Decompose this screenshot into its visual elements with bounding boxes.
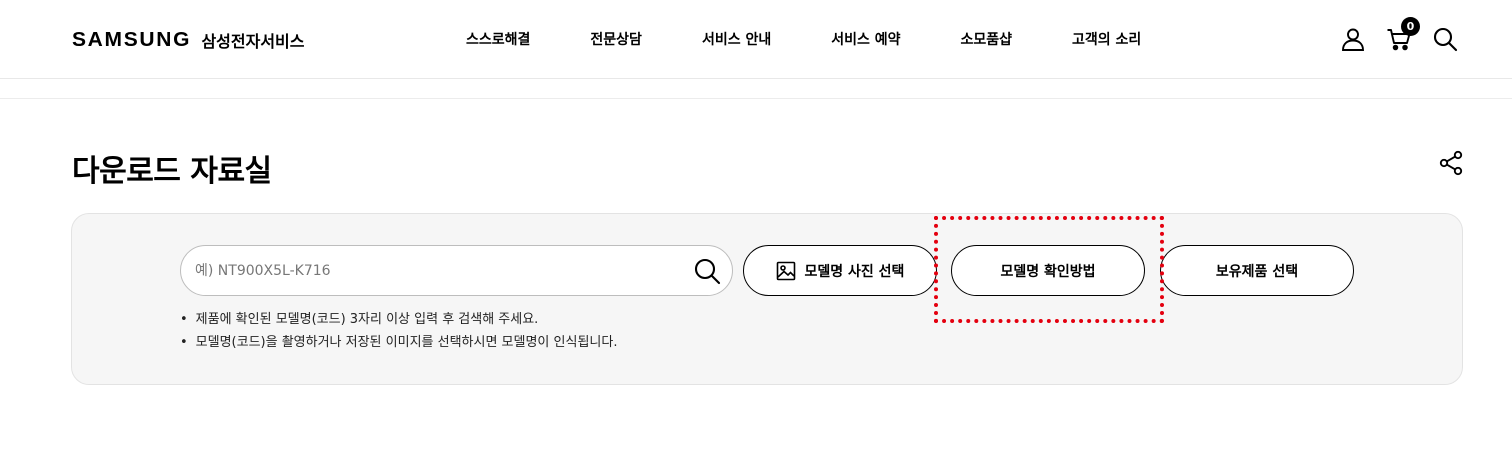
nav-service-guide[interactable]: 서비스 안내 bbox=[702, 29, 771, 49]
model-photo-select-button[interactable]: 모델명 사진 선택 bbox=[743, 245, 937, 296]
search-note: 모델명(코드)을 촬영하거나 저장된 이미지를 선택하시면 모델명이 인식됩니다… bbox=[180, 331, 618, 354]
cart-icon[interactable]: 0 bbox=[1386, 17, 1420, 52]
nav-service-booking[interactable]: 서비스 예약 bbox=[831, 29, 900, 49]
search-icon[interactable] bbox=[1432, 26, 1458, 52]
search-box bbox=[180, 245, 733, 296]
logo-wordmark: SAMSUNG bbox=[72, 28, 192, 51]
site-header: SAMSUNG 삼성전자서비스 스스로해결 전문상담 서비스 안내 서비스 예약… bbox=[0, 0, 1512, 79]
user-icon[interactable] bbox=[1340, 26, 1366, 52]
main-nav: 스스로해결 전문상담 서비스 안내 서비스 예약 소모품샵 고객의 소리 bbox=[466, 29, 1141, 49]
search-submit-button[interactable] bbox=[693, 257, 721, 285]
nav-expert-consult[interactable]: 전문상담 bbox=[590, 29, 642, 49]
owned-product-select-button[interactable]: 보유제품 선택 bbox=[1160, 245, 1354, 296]
share-icon[interactable] bbox=[1438, 150, 1464, 176]
nav-customer-voice[interactable]: 고객의 소리 bbox=[1072, 29, 1141, 49]
search-icon bbox=[694, 258, 721, 285]
header-icons: 0 bbox=[1340, 17, 1458, 52]
model-search-panel: 모델명 사진 선택 모델명 확인방법 보유제품 선택 제품에 확인된 모델명(코… bbox=[71, 213, 1463, 385]
nav-parts-shop[interactable]: 소모품샵 bbox=[961, 29, 1013, 49]
image-icon bbox=[776, 261, 795, 280]
model-howto-label: 모델명 확인방법 bbox=[1000, 263, 1096, 280]
cart-count-badge: 0 bbox=[1401, 17, 1420, 36]
logo-subtitle: 삼성전자서비스 bbox=[201, 32, 305, 51]
samsung-logo[interactable]: SAMSUNG 삼성전자서비스 bbox=[72, 28, 304, 52]
model-search-input[interactable] bbox=[195, 246, 685, 295]
search-note: 제품에 확인된 모델명(코드) 3자리 이상 입력 후 검색해 주세요. bbox=[180, 308, 617, 331]
page-title: 다운로드 자료실 bbox=[72, 154, 272, 189]
subnav-divider bbox=[0, 98, 1512, 99]
model-howto-button[interactable]: 모델명 확인방법 bbox=[951, 245, 1145, 296]
search-notes: 제품에 확인된 모델명(코드) 3자리 이상 입력 후 검색해 주세요. 모델명… bbox=[180, 308, 618, 354]
owned-product-select-label: 보유제품 선택 bbox=[1215, 263, 1299, 280]
nav-self-solve[interactable]: 스스로해결 bbox=[466, 29, 530, 49]
model-photo-select-label: 모델명 사진 선택 bbox=[804, 263, 905, 280]
